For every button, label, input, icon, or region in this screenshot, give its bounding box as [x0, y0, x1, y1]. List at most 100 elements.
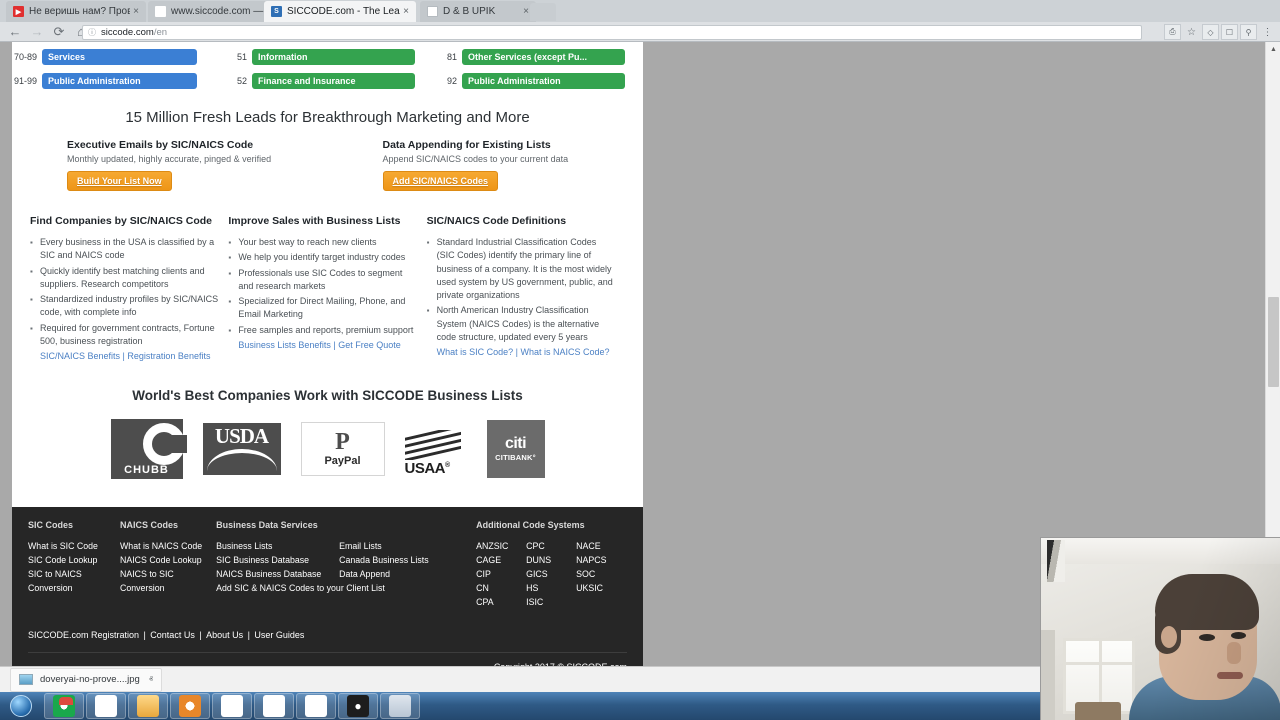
footer-link-about-us[interactable]: About Us: [206, 630, 243, 640]
code-number: 51: [236, 52, 247, 62]
column-links: Business Lists Benefits | Get Free Quote: [228, 339, 416, 352]
bullet-list: Standard Industrial Classification Codes…: [427, 236, 615, 344]
code-chip[interactable]: Other Services (except Pu...: [462, 49, 625, 65]
webcam-overlay: [1040, 537, 1280, 720]
footer-link-canada-business-lists[interactable]: Canada Business Lists: [339, 553, 462, 567]
code-number: 70-89: [13, 52, 37, 62]
forward-button[interactable]: →: [26, 24, 48, 39]
footer-link-sic-business-database[interactable]: SIC Business Database: [216, 553, 339, 567]
code-chip[interactable]: Public Administration: [462, 73, 625, 89]
footer-link-add-codes-to-client-list[interactable]: Add SIC & NAICS Codes to your Client Lis…: [216, 581, 462, 595]
footer-link-uksic[interactable]: UKSIC: [576, 581, 626, 595]
code-item[interactable]: 92 Public Administration: [432, 73, 642, 89]
footer-link-email-lists[interactable]: Email Lists: [339, 539, 462, 553]
media-player-taskbar-icon[interactable]: [170, 693, 210, 719]
footer-link-naics-to-sic-conversion[interactable]: NAICS to SIC Conversion: [120, 567, 198, 595]
windows-logo-icon: [10, 695, 32, 717]
yandex-icon: Я: [155, 6, 166, 17]
footer-link-cpc[interactable]: CPC: [526, 539, 576, 553]
browser-tab-3-active[interactable]: S SICCODE.com - The Lea ×: [264, 1, 416, 22]
footer-link-cn[interactable]: CN: [476, 581, 526, 595]
yandex-browser-taskbar-icon[interactable]: Я: [296, 693, 336, 719]
extension2-icon[interactable]: ☐: [1221, 24, 1238, 40]
link-separator: |: [247, 629, 250, 640]
obs-taskbar-icon[interactable]: ●: [338, 693, 378, 719]
footer-link-cip[interactable]: CIP: [476, 567, 526, 581]
footer-link-soc[interactable]: SOC: [576, 567, 626, 581]
link-get-free-quote[interactable]: Get Free Quote: [338, 340, 401, 350]
footer-link-nace[interactable]: NACE: [576, 539, 626, 553]
link-sic-naics-benefits[interactable]: SIC/NAICS Benefits: [40, 351, 120, 361]
footer-link-gics[interactable]: GICS: [526, 567, 576, 581]
code-chip[interactable]: Finance and Insurance: [252, 73, 415, 89]
footer-link-business-lists[interactable]: Business Lists: [216, 539, 339, 553]
footer-link-naics-code-lookup[interactable]: NAICS Code Lookup: [120, 553, 202, 567]
code-chip[interactable]: Services: [42, 49, 197, 65]
word-taskbar-icon[interactable]: W: [254, 693, 294, 719]
footer-link-user-guides[interactable]: User Guides: [254, 630, 304, 640]
acs-column-1: ANZSIC CAGE CIP CN CPA: [476, 539, 526, 609]
footer-link-registration[interactable]: SICCODE.com Registration: [28, 630, 139, 640]
back-button[interactable]: ←: [4, 24, 26, 39]
notes-taskbar-icon[interactable]: [380, 693, 420, 719]
link-business-lists-benefits[interactable]: Business Lists Benefits: [238, 340, 331, 350]
image-thumbnail-icon: [19, 674, 33, 685]
footer-link-cage[interactable]: CAGE: [476, 553, 526, 567]
new-tab-button[interactable]: [530, 3, 556, 21]
code-item[interactable]: 51 Information: [222, 49, 432, 65]
column-code-definitions: SIC/NAICS Code Definitions Standard Indu…: [427, 215, 625, 364]
code-item[interactable]: 70-89 Services: [12, 49, 222, 65]
internet-explorer-taskbar-icon[interactable]: e: [86, 693, 126, 719]
scroll-up-arrow-icon[interactable]: ▲: [1266, 42, 1280, 56]
promo-heading: Data Appending for Existing Lists: [382, 139, 551, 151]
chrome-taskbar-icon[interactable]: [44, 693, 84, 719]
link-registration-benefits[interactable]: Registration Benefits: [127, 351, 210, 361]
code-item[interactable]: 52 Finance and Insurance: [222, 73, 432, 89]
reload-button[interactable]: ⟳: [48, 24, 70, 40]
excel-taskbar-icon[interactable]: X: [212, 693, 252, 719]
start-button[interactable]: [0, 692, 42, 720]
code-item[interactable]: 91-99 Public Administration: [12, 73, 222, 89]
browser-tab-1[interactable]: ▶ Не веришь нам? Пров ×: [6, 1, 146, 22]
code-chip[interactable]: Information: [252, 49, 415, 65]
menu-kebab-icon[interactable]: ⋮: [1259, 24, 1276, 40]
extension-icon[interactable]: ◇: [1202, 24, 1219, 40]
download-item[interactable]: doveryai-no-prove....jpg ⱏ: [10, 667, 162, 692]
add-sic-naics-codes-button[interactable]: Add SIC/NAICS Codes: [382, 171, 499, 191]
footer-link-hs[interactable]: HS: [526, 581, 576, 595]
footer-link-sic-to-naics-conversion[interactable]: SIC to NAICS Conversion: [28, 567, 106, 595]
scrollbar-thumb[interactable]: [1268, 297, 1279, 387]
footer-link-what-is-sic-code[interactable]: What is SIC Code: [28, 539, 106, 553]
chevron-up-icon[interactable]: ⱏ: [149, 675, 153, 685]
footer-link-anzsic[interactable]: ANZSIC: [476, 539, 526, 553]
file-explorer-taskbar-icon[interactable]: [128, 693, 168, 719]
code-item[interactable]: 81 Other Services (except Pu...: [432, 49, 642, 65]
address-bar[interactable]: ⓘ siccode.com/en: [82, 25, 1142, 40]
site-info-icon[interactable]: ⓘ: [88, 27, 96, 38]
footer-link-cpa[interactable]: CPA: [476, 595, 526, 609]
browser-tab-4[interactable]: D & B UPIK ×: [420, 1, 536, 22]
footer-link-napcs[interactable]: NAPCS: [576, 553, 626, 567]
bookmark-star-icon[interactable]: ☆: [1183, 24, 1200, 40]
footer-link-data-append[interactable]: Data Append: [339, 567, 462, 581]
footer-link-isic[interactable]: ISIC: [526, 595, 576, 609]
footer-link-contact-us[interactable]: Contact Us: [150, 630, 195, 640]
search-extension-icon[interactable]: ⚲: [1240, 24, 1257, 40]
tab-title: D & B UPIK: [443, 6, 496, 17]
column-improve-sales: Improve Sales with Business Lists Your b…: [228, 215, 426, 364]
footer-link-what-is-naics-code[interactable]: What is NAICS Code: [120, 539, 202, 553]
acs-column-2: CPC DUNS GICS HS ISIC: [526, 539, 576, 609]
bullet-list: Every business in the USA is classified …: [30, 236, 218, 348]
footer-link-naics-business-database[interactable]: NAICS Business Database: [216, 567, 339, 581]
translate-icon[interactable]: ⎙: [1164, 24, 1181, 40]
tab-close-icon[interactable]: ×: [400, 6, 412, 17]
footer-columns: SIC Codes What is SIC Code SIC Code Look…: [28, 520, 627, 609]
footer-link-sic-code-lookup[interactable]: SIC Code Lookup: [28, 553, 106, 567]
link-what-is-sic-code[interactable]: What is SIC Code?: [437, 347, 514, 357]
browser-toolbar: ← → ⟳ ⌂ ⓘ siccode.com/en ⎙ ☆ ◇ ☐ ⚲ ⋮: [0, 22, 1280, 42]
tab-close-icon[interactable]: ×: [130, 6, 142, 17]
code-chip[interactable]: Public Administration: [42, 73, 197, 89]
footer-link-duns[interactable]: DUNS: [526, 553, 576, 567]
build-your-list-button[interactable]: Build Your List Now: [67, 171, 172, 191]
link-what-is-naics-code[interactable]: What is NAICS Code?: [521, 347, 610, 357]
